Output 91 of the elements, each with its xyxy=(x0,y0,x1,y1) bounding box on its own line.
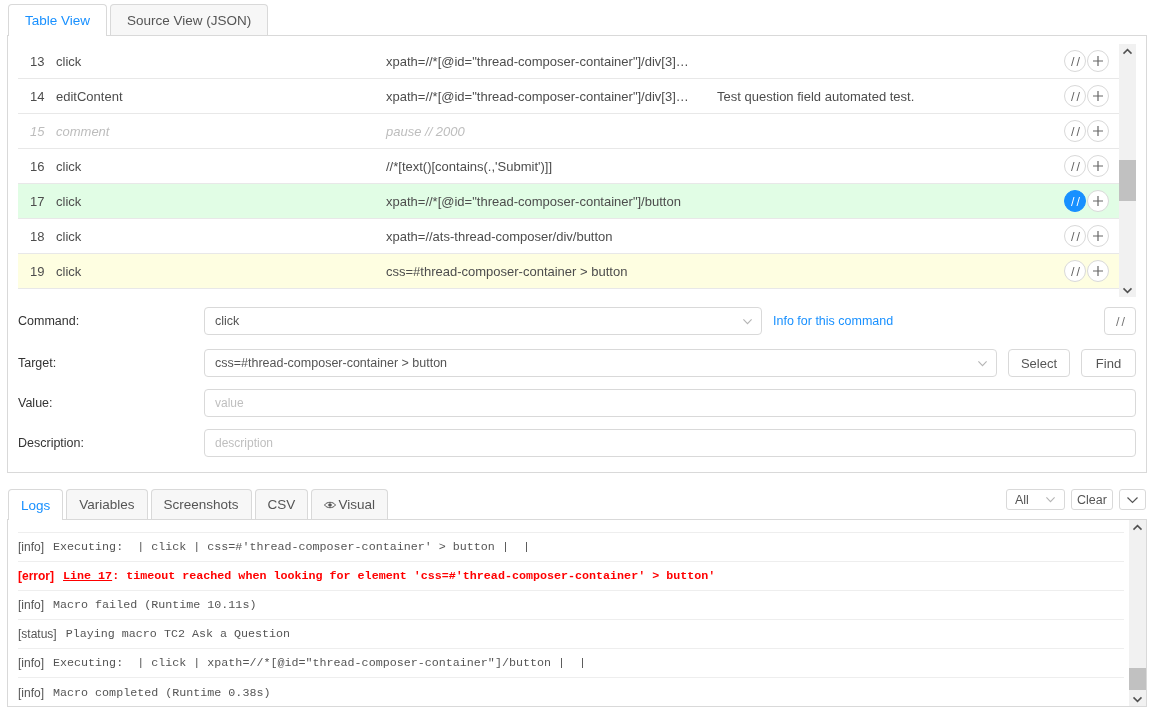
log-message: Macro completed (Runtime 0.38s) xyxy=(53,685,271,700)
plus-icon xyxy=(1093,231,1103,241)
plus-icon xyxy=(1093,196,1103,206)
log-message: Executing: | click | css=#'thread-composer-container' > button | | xyxy=(53,540,530,554)
field-label: Target: xyxy=(18,356,57,370)
insert-button[interactable] xyxy=(1087,155,1109,177)
insert-button[interactable] xyxy=(1087,190,1109,212)
tab[interactable]: CSV xyxy=(254,489,309,519)
target-cell: css=#thread-composer-container > button xyxy=(386,263,628,279)
plus-icon xyxy=(1093,126,1103,136)
target-cell: pause // 2000 xyxy=(386,123,465,139)
double-slash-icon xyxy=(1070,196,1080,206)
double-slash-icon xyxy=(1070,161,1080,171)
field-label: Value: xyxy=(18,396,53,410)
scrollbar-thumb[interactable] xyxy=(1119,160,1136,201)
target-cell: //*[text()[contains(.,'Submit')]] xyxy=(386,158,553,174)
log-level: [info] xyxy=(18,685,44,700)
row-number: 18 xyxy=(30,228,45,244)
command-cell: click xyxy=(56,158,82,174)
toggle-button[interactable] xyxy=(1119,489,1146,510)
target-cell: xpath=//*[@id="thread-composer-container"]/div[3]… xyxy=(386,53,689,69)
chevron-down-icon xyxy=(1127,496,1138,503)
value-input[interactable]: value xyxy=(204,389,1136,417)
row-number: 19 xyxy=(30,263,45,279)
row-number: 17 xyxy=(30,193,45,209)
row-number: 14 xyxy=(30,88,45,104)
plus-icon xyxy=(1093,91,1103,101)
log-level: [status] xyxy=(18,627,57,641)
tab[interactable]: Visual xyxy=(311,489,388,519)
field-label: Description: xyxy=(18,436,84,450)
command-cell: click xyxy=(56,228,82,244)
target-select[interactable]: css=#thread-composer-container > button xyxy=(204,349,997,377)
description-input[interactable]: description xyxy=(204,429,1136,457)
tab[interactable]: Screenshots xyxy=(150,489,252,519)
field-label: Command: xyxy=(18,314,80,328)
command-select[interactable]: click xyxy=(204,307,762,335)
log-level: [info] xyxy=(18,598,44,612)
log-message: Executing: | click | xpath=//*[@id="thread-composer-container"]/button | | xyxy=(53,656,587,670)
tab[interactable]: Source View (JSON) xyxy=(110,4,269,35)
find-button[interactable]: Find xyxy=(1081,349,1136,377)
tab[interactable]: Variables xyxy=(66,489,148,519)
comment-button[interactable] xyxy=(1064,190,1086,212)
double-slash-icon xyxy=(1070,231,1080,241)
scroll-up-icon[interactable] xyxy=(1133,525,1142,530)
scrollbar-thumb[interactable] xyxy=(1129,668,1146,690)
insert-button[interactable] xyxy=(1087,260,1109,282)
log-filter-select[interactable]: All xyxy=(1006,489,1065,510)
table-row[interactable]: 17 click xpath=//*[@id="thread-composer-container"]/button xyxy=(18,184,1119,219)
double-slash-icon xyxy=(1070,126,1080,136)
log-message: Line 17: timeout reached when looking for element 'css=#'thread-composer-container' > button' xyxy=(63,569,716,583)
target-cell: xpath=//*[@id="thread-composer-container"]/div[3]… xyxy=(386,88,689,104)
log-level: [info] xyxy=(18,540,44,554)
double-slash-icon xyxy=(1115,316,1125,326)
log-level: [info] xyxy=(18,656,44,670)
command-cell: comment xyxy=(56,123,110,139)
log-level: [error] xyxy=(18,569,54,583)
scroll-down-icon[interactable] xyxy=(1133,697,1142,702)
command-cell: editContent xyxy=(56,88,123,104)
scroll-up-icon[interactable] xyxy=(1123,49,1132,54)
chevron-down-icon xyxy=(743,318,752,324)
command-cell: click xyxy=(56,53,82,69)
eye-icon xyxy=(324,500,337,509)
plus-icon xyxy=(1093,161,1103,171)
double-slash-icon xyxy=(1070,56,1080,66)
value-cell: Test question field automated test. xyxy=(717,88,915,104)
target-cell: xpath=//ats-thread-composer/div/button xyxy=(386,228,613,244)
table-row[interactable]: 19 click css=#thread-composer-container > button xyxy=(18,254,1119,289)
log-message: Macro failed (Runtime 10.11s) xyxy=(53,598,257,612)
plus-icon xyxy=(1093,266,1103,276)
insert-button[interactable] xyxy=(1087,225,1109,247)
double-slash-icon xyxy=(1070,266,1080,276)
insert-button[interactable] xyxy=(1087,50,1109,72)
log-message: Playing macro TC2 Ask a Question xyxy=(65,627,291,641)
scrollbar[interactable] xyxy=(1119,44,1136,297)
chevron-down-icon xyxy=(1046,497,1055,502)
command-cell: click xyxy=(56,193,82,209)
target-cell: xpath=//*[@id="thread-composer-container"]/button xyxy=(386,193,681,209)
scrollbar[interactable] xyxy=(1129,520,1146,706)
insert-button[interactable] xyxy=(1087,85,1109,107)
plus-icon xyxy=(1093,56,1103,66)
clear-button[interactable]: Clear xyxy=(1071,489,1113,510)
insert-button[interactable] xyxy=(1087,120,1109,142)
double-slash-icon xyxy=(1070,91,1080,101)
scroll-down-icon[interactable] xyxy=(1123,288,1132,293)
command-cell: click xyxy=(56,263,82,279)
row-number: 13 xyxy=(30,53,45,69)
line-link[interactable]: Line 17 xyxy=(63,569,113,583)
row-number: 16 xyxy=(30,158,45,174)
chevron-down-icon xyxy=(978,360,987,366)
select-button[interactable]: Select xyxy=(1008,349,1070,377)
row-number: 15 xyxy=(30,123,45,139)
